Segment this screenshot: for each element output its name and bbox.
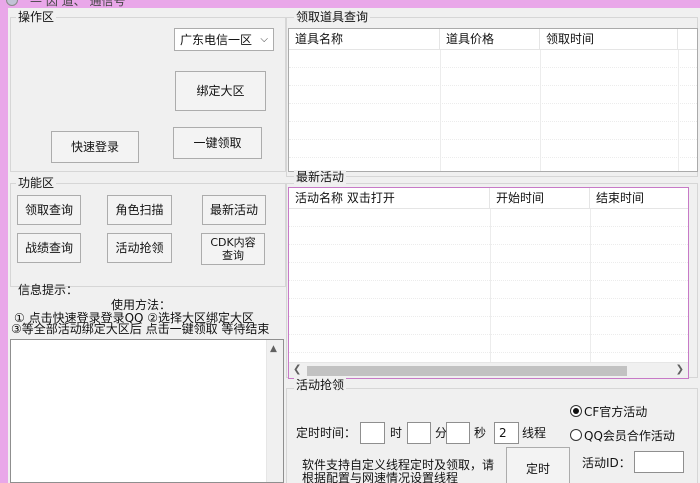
- scroll-thumb[interactable]: [307, 366, 627, 376]
- scroll-up-icon[interactable]: ▲: [270, 344, 277, 354]
- latest-hscrollbar[interactable]: ❮ ❯: [289, 362, 688, 378]
- items-gridline: [289, 85, 697, 86]
- radio-cf-label[interactable]: CF官方活动: [584, 405, 647, 419]
- hour-label: 时: [390, 426, 403, 440]
- activity-grab-button[interactable]: 活动抢领: [107, 233, 172, 263]
- items-listview[interactable]: 道具名称 道具价格 领取时间: [288, 28, 698, 172]
- scroll-left-icon[interactable]: ❮: [293, 364, 301, 375]
- latest-listview[interactable]: 活动名称 双击打开 开始时间 结束时间 ❮ ❯: [288, 187, 689, 379]
- usage-line-2: ③等全部活动绑定大区后 点击一键领取 等待结束: [11, 322, 270, 336]
- region-select[interactable]: 广东电信一区 ⌵: [174, 28, 274, 51]
- chevron-down-icon: ⌵: [260, 34, 268, 45]
- quick-login-button[interactable]: 快速登录: [51, 131, 139, 163]
- latest-gridline: [289, 280, 688, 281]
- items-gridline: [289, 67, 697, 68]
- items-gridline: [289, 121, 697, 122]
- grab-note-line-1: 软件支持自定义线程定时及领取，请: [302, 458, 495, 472]
- latest-gridline: [289, 226, 688, 227]
- items-gridline: [678, 50, 679, 171]
- client-area: 操作区 广东电信一区 ⌵ 绑定大区 一键领取 快速登录 领取道具查询 道具名称 …: [8, 8, 700, 483]
- threads-input[interactable]: 2: [494, 422, 519, 444]
- timer-label: 定时时间：: [296, 426, 357, 440]
- hour-input[interactable]: [360, 422, 385, 444]
- threads-label: 线程: [522, 426, 547, 440]
- items-col-price[interactable]: 道具价格: [440, 29, 540, 50]
- usage-title: 使用方法：: [111, 298, 172, 312]
- grab-group-title: 活动抢领: [294, 378, 347, 392]
- latest-gridline: [289, 316, 688, 317]
- items-gridline: [440, 50, 441, 171]
- latest-gridline: [289, 298, 688, 299]
- info-title: 信息提示：: [18, 283, 79, 297]
- scroll-right-icon[interactable]: ❯: [676, 364, 684, 375]
- items-col-time[interactable]: 领取时间: [540, 29, 678, 50]
- second-input[interactable]: [446, 422, 470, 444]
- functions-group-title: 功能区: [16, 176, 57, 190]
- latest-activity-button[interactable]: 最新活动: [202, 195, 266, 225]
- latest-gridline: [289, 334, 688, 335]
- timer-start-button[interactable]: 定时: [506, 447, 570, 483]
- close-icon[interactable]: —: [648, 0, 660, 5]
- grab-note-line-2: 根据配置与网速情况设置线程: [302, 471, 459, 483]
- latest-col-end[interactable]: 结束时间: [590, 188, 688, 209]
- activity-id-input[interactable]: [634, 451, 684, 473]
- latest-gridline: [490, 209, 491, 362]
- items-gridline: [289, 157, 697, 158]
- radio-cf-official[interactable]: [570, 405, 582, 417]
- latest-gridline: [289, 352, 688, 353]
- items-gridline: [540, 50, 541, 171]
- bind-region-button[interactable]: 绑定大区: [175, 71, 266, 111]
- activity-id-label: 活动ID：: [582, 456, 631, 470]
- latest-col-name[interactable]: 活动名称 双击打开: [289, 188, 490, 209]
- battle-query-button[interactable]: 战绩查询: [17, 233, 81, 263]
- items-gridline: [289, 103, 697, 104]
- latest-gridline: [289, 262, 688, 263]
- operation-group-title: 操作区: [16, 10, 57, 24]
- latest-col-start[interactable]: 开始时间: [490, 188, 590, 209]
- info-scrollbar[interactable]: ▲: [266, 340, 283, 482]
- one-click-claim-button[interactable]: 一键领取: [173, 127, 262, 159]
- items-col-name[interactable]: 道具名称: [289, 29, 440, 50]
- items-group-title: 领取道具查询: [294, 10, 371, 24]
- claim-query-button[interactable]: 领取查询: [17, 195, 81, 225]
- minute-input[interactable]: [407, 422, 431, 444]
- second-label: 秒: [474, 426, 487, 440]
- info-textbox[interactable]: ▲: [10, 339, 284, 483]
- radio-qq-member[interactable]: [570, 429, 582, 441]
- latest-gridline: [289, 244, 688, 245]
- latest-group-title: 最新活动: [294, 170, 347, 184]
- region-select-value: 广东电信一区: [180, 33, 253, 47]
- items-gridline: [289, 139, 697, 140]
- cdk-query-button[interactable]: CDK内容查询: [201, 233, 265, 265]
- latest-gridline: [590, 209, 591, 362]
- role-scan-button[interactable]: 角色扫描: [107, 195, 172, 225]
- radio-qq-label[interactable]: QQ会员合作活动: [584, 429, 675, 443]
- latest-list-header: 活动名称 双击打开 开始时间 结束时间: [289, 188, 688, 209]
- items-list-header: 道具名称 道具价格 领取时间: [289, 29, 697, 50]
